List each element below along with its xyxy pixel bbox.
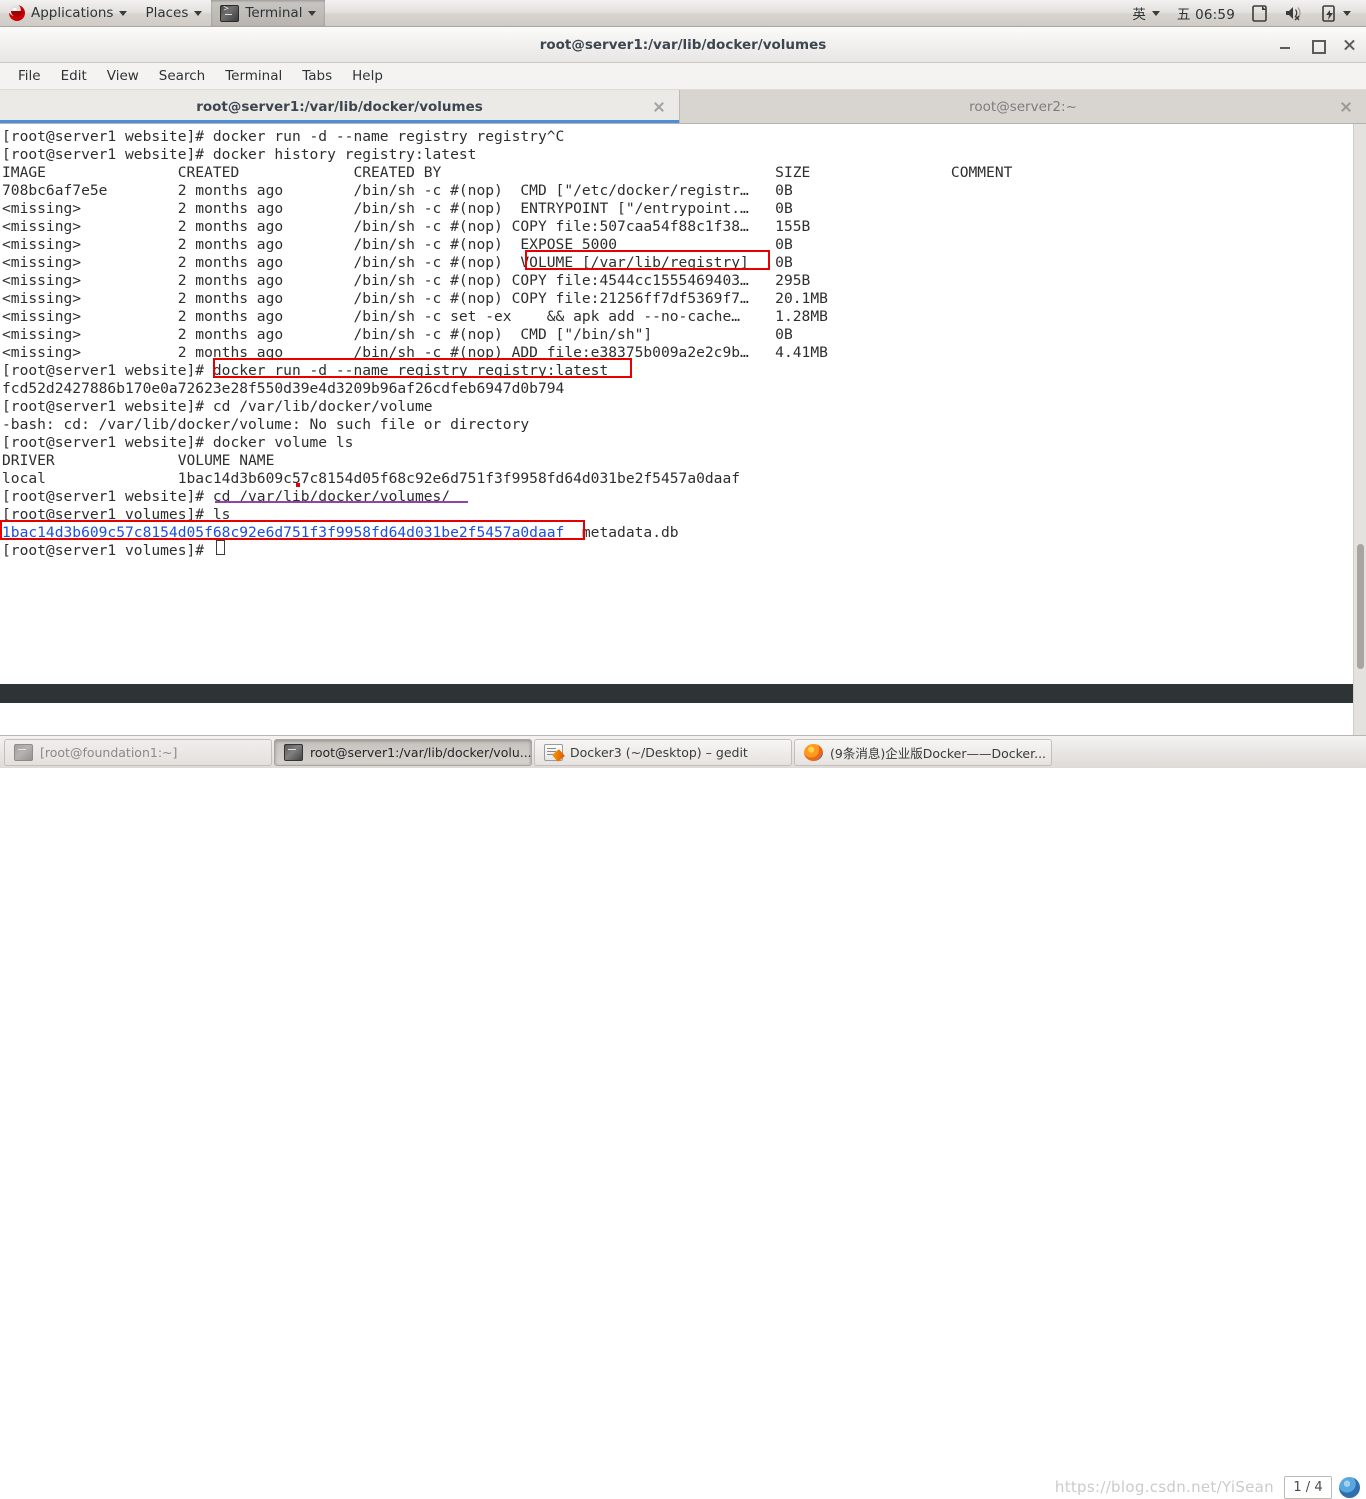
terminal-line: <missing> 2 months ago /bin/sh -c #(nop)…: [2, 218, 811, 235]
tab-server1[interactable]: root@server1:/var/lib/docker/volumes: [0, 90, 680, 123]
window-titlebar[interactable]: root@server1:/var/lib/docker/volumes: [0, 27, 1366, 63]
firefox-tray-icon[interactable]: [1339, 1477, 1360, 1498]
ls-volume-dir: 1bac14d3b609c57c8154d05f68c92e6d751f3f99…: [2, 524, 565, 541]
tab-server1-label: root@server1:/var/lib/docker/volumes: [196, 98, 483, 115]
terminal-line: <missing> 2 months ago /bin/sh -c set -e…: [2, 308, 828, 325]
top-panel-left: Applications Places Terminal: [0, 0, 326, 26]
terminal-line: [root@server1 volumes]#: [2, 542, 213, 559]
applications-menu[interactable]: Applications: [0, 0, 136, 26]
terminal-line: IMAGE CREATED CREATED BY SIZE COMMENT: [2, 164, 1013, 181]
active-window-label: Terminal: [245, 5, 303, 21]
terminal-line: 708bc6af7e5e 2 months ago /bin/sh -c #(n…: [2, 182, 793, 199]
applications-menu-label: Applications: [31, 5, 114, 21]
clock[interactable]: 五 06:59: [1169, 3, 1243, 23]
chevron-down-icon: [119, 10, 128, 16]
terminal-line: [root@server1 website]# docker run -d --…: [2, 362, 609, 379]
places-menu[interactable]: Places: [136, 0, 211, 26]
menu-search[interactable]: Search: [149, 65, 215, 87]
terminal-line: -bash: cd: /var/lib/docker/volume: No su…: [2, 416, 530, 433]
menu-edit[interactable]: Edit: [51, 65, 97, 87]
volume-indicator[interactable]: [1276, 0, 1313, 26]
ls-metadata-file: metadata.db: [564, 524, 679, 541]
taskbar-item-gedit[interactable]: Docker3 (~/Desktop) – gedit: [534, 738, 792, 766]
annotation-cd-underline: [215, 501, 468, 503]
input-method-indicator[interactable]: 英: [1123, 0, 1169, 26]
volume-muted-icon: [1286, 7, 1301, 21]
gnome-top-panel: Applications Places Terminal 英 五 06:59: [0, 0, 1366, 27]
chevron-down-icon: [308, 10, 317, 16]
terminal-line: <missing> 2 months ago /bin/sh -c #(nop)…: [2, 272, 811, 289]
annotation-red-dot: [296, 483, 300, 487]
bottom-taskbar: [root@foundation1:~] root@server1:/var/l…: [0, 735, 1366, 1499]
terminal-line: [root@server1 website]# cd /var/lib/dock…: [2, 398, 433, 415]
menubar: File Edit View Search Terminal Tabs Help: [0, 63, 1366, 90]
close-button[interactable]: [1342, 38, 1356, 52]
battery-indicator[interactable]: [1313, 0, 1360, 26]
terminal-scrollbar[interactable]: [1353, 124, 1366, 735]
terminal-line: <missing> 2 months ago /bin/sh -c #(nop)…: [2, 200, 793, 217]
scrollbar-thumb[interactable]: [1357, 544, 1364, 669]
redhat-logo-icon: [9, 5, 25, 21]
chevron-down-icon: [1343, 10, 1351, 16]
terminal-window: root@server1:/var/lib/docker/volumes Fil…: [0, 27, 1366, 735]
taskbar-item-server1[interactable]: root@server1:/var/lib/docker/volu...: [274, 738, 532, 766]
workspace-pager[interactable]: 1 / 4: [1284, 1476, 1332, 1499]
battery-icon: [1322, 4, 1335, 22]
terminal-cursor: [216, 540, 225, 555]
menu-view[interactable]: View: [97, 65, 149, 87]
terminal-icon: [284, 743, 303, 761]
chevron-down-icon: [194, 10, 203, 16]
terminal-tabbar: root@server1:/var/lib/docker/volumes roo…: [0, 90, 1366, 124]
notes-icon: [1252, 4, 1267, 22]
tab-close-icon[interactable]: [1340, 101, 1352, 113]
terminal-line: <missing> 2 months ago /bin/sh -c #(nop)…: [2, 236, 793, 253]
watermark: https://blog.csdn.net/YiSean: [1054, 1478, 1274, 1496]
menu-file[interactable]: File: [8, 65, 51, 87]
taskbar-item-firefox-label: (9条消息)企业版Docker——Docker...: [830, 745, 1047, 761]
terminal-output[interactable]: [root@server1 website]# docker run -d --…: [0, 124, 1353, 735]
terminal-body: [root@server1 website]# docker run -d --…: [0, 124, 1366, 735]
terminal-line: <missing> 2 months ago /bin/sh -c #(nop)…: [2, 326, 793, 343]
terminal-line: fcd52d2427886b170e0a72623e28f550d39e4d32…: [2, 380, 565, 397]
terminal-line: DRIVER VOLUME NAME: [2, 452, 275, 469]
taskbar-item-gedit-label: Docker3 (~/Desktop) – gedit: [570, 744, 748, 760]
minimize-button[interactable]: [1278, 38, 1292, 52]
taskbar-item-foundation1-label: [root@foundation1:~]: [40, 744, 178, 760]
menu-tabs[interactable]: Tabs: [292, 65, 342, 87]
top-panel-right: 英 五 06:59: [1123, 0, 1366, 26]
taskbar-item-server1-label: root@server1:/var/lib/docker/volu...: [310, 744, 532, 760]
tab-server2-label: root@server2:~: [969, 98, 1077, 115]
terminal-line: [root@server1 website]# cd /var/lib/dock…: [2, 488, 451, 505]
terminal-bottom-bar: [0, 684, 1353, 703]
terminal-line: <missing> 2 months ago /bin/sh -c #(nop)…: [2, 290, 828, 307]
menu-help[interactable]: Help: [342, 65, 393, 87]
input-method-label: 英: [1132, 7, 1146, 23]
maximize-button[interactable]: [1310, 38, 1326, 54]
notes-indicator[interactable]: [1243, 0, 1276, 26]
terminal-line: 1bac14d3b609c57c8154d05f68c92e6d751f3f99…: [2, 524, 1353, 542]
active-window-menu[interactable]: Terminal: [211, 0, 326, 26]
gedit-icon: [544, 743, 563, 761]
terminal-icon: [220, 4, 240, 22]
terminal-icon: [14, 743, 33, 761]
terminal-line: [root@server1 website]# docker run -d --…: [2, 128, 565, 145]
tab-close-icon[interactable]: [653, 101, 665, 113]
terminal-line: [root@server1 website]# docker history r…: [2, 146, 477, 163]
taskbar-item-foundation1[interactable]: [root@foundation1:~]: [4, 738, 272, 766]
terminal-line: <missing> 2 months ago /bin/sh -c #(nop)…: [2, 254, 793, 271]
firefox-icon: [804, 743, 823, 761]
places-menu-label: Places: [145, 5, 189, 21]
terminal-line: [root@server1 website]# docker volume ls: [2, 434, 354, 451]
terminal-line: <missing> 2 months ago /bin/sh -c #(nop)…: [2, 344, 828, 361]
tab-server2[interactable]: root@server2:~: [680, 90, 1366, 123]
menu-terminal[interactable]: Terminal: [215, 65, 292, 87]
window-controls: [1278, 27, 1356, 63]
window-title: root@server1:/var/lib/docker/volumes: [539, 36, 827, 53]
terminal-line: local 1bac14d3b609c57c8154d05f68c92e6d75…: [2, 470, 741, 487]
chevron-down-icon: [1151, 10, 1160, 16]
terminal-line: [root@server1 volumes]# ls: [2, 506, 231, 523]
taskbar-item-firefox[interactable]: (9条消息)企业版Docker——Docker...: [794, 738, 1052, 766]
